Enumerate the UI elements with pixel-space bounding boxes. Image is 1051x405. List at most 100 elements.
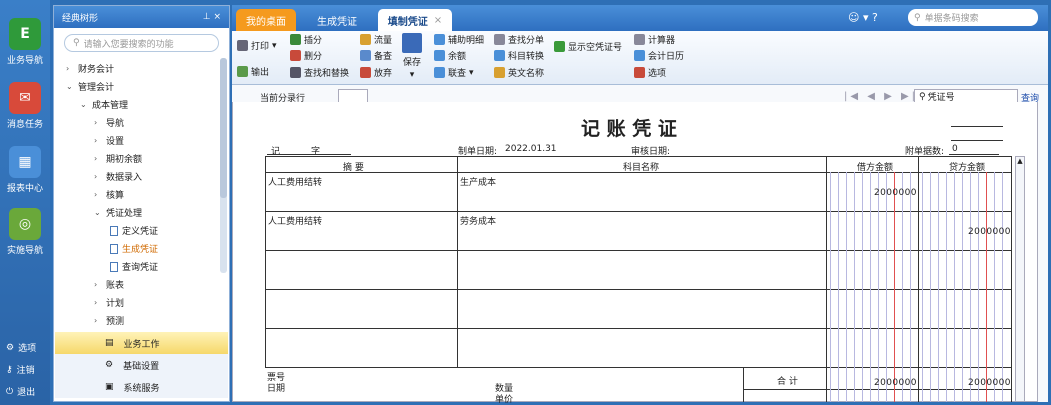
balance-button[interactable]: 余额 bbox=[434, 49, 466, 62]
business-nav-icon: E bbox=[9, 18, 41, 50]
footer-basic-settings[interactable]: ⚙ 基础设置 bbox=[55, 354, 228, 376]
nav-first-prev-next-last[interactable]: |◀ ◀ ▶ ▶| bbox=[844, 91, 918, 102]
tree-node[interactable]: › 财务会计 bbox=[66, 62, 114, 75]
row1-account[interactable]: 生产成本 bbox=[460, 175, 496, 188]
tree-node[interactable]: ⌄ 凭证处理 bbox=[94, 206, 142, 219]
tree-node[interactable]: ⌄ 成本管理 bbox=[80, 98, 128, 111]
show-voucher-button[interactable]: 显示空凭证号 bbox=[554, 40, 622, 53]
left-nav: E 业务导航 ✉ 消息任务 ▦ 报表中心 ◎ 实施导航 ⚙ 选项 ⚷ 注销 ⏻ 退出 bbox=[0, 0, 50, 405]
key-icon: ⚷ bbox=[6, 364, 13, 375]
amount-grid-line bbox=[902, 172, 903, 402]
link-query-button[interactable]: 联查 ▾ bbox=[434, 66, 474, 79]
amount-grid-line bbox=[854, 172, 855, 402]
amount-grid-line bbox=[994, 172, 995, 402]
options-link[interactable]: ⚙ 选项 bbox=[6, 341, 36, 355]
delete-button[interactable]: 删分 bbox=[290, 49, 322, 62]
amount-grid-line bbox=[946, 172, 947, 402]
date-label: 日期 bbox=[267, 384, 286, 394]
print-button[interactable]: 打印 ▾ bbox=[237, 39, 277, 52]
output-button[interactable]: 输出 bbox=[237, 65, 269, 78]
smiley-icon[interactable]: ☺ ▾ ? bbox=[848, 11, 878, 24]
tree-node[interactable]: › 预测 bbox=[94, 314, 124, 327]
tree-node[interactable]: › 计划 bbox=[94, 296, 124, 309]
amount-grid-line bbox=[830, 172, 831, 402]
toolbar: 打印 ▾ 输出 插分 删分 查找和替换 流量 备查 放弃 保存 ▾ 辅助明细 余额… bbox=[232, 31, 1048, 85]
tab-generate-voucher[interactable]: 生成凭证 bbox=[304, 9, 370, 31]
amount-grid-line bbox=[978, 172, 979, 402]
tree-search-input[interactable]: ⚲ 请输入您要搜索的功能 bbox=[64, 34, 219, 52]
row2-credit[interactable]: 2000000 bbox=[968, 227, 1011, 237]
top-search-input[interactable]: ⚲ 单据条码搜索 bbox=[908, 9, 1038, 26]
nav-business[interactable]: E 业务导航 bbox=[2, 18, 48, 66]
abandon-button[interactable]: 放弃 bbox=[360, 66, 392, 79]
calendar-button[interactable]: 会计日历 bbox=[634, 49, 684, 62]
tree-leaf-active[interactable]: 生成凭证 bbox=[110, 242, 158, 255]
tree-node[interactable]: › 导航 bbox=[94, 116, 124, 129]
assist-detail-button[interactable]: 辅助明细 bbox=[434, 33, 484, 46]
tree-node[interactable]: ⌄ 管理会计 bbox=[66, 80, 114, 93]
calendar-icon bbox=[634, 50, 645, 61]
make-date[interactable]: 2022.01.31 bbox=[505, 144, 557, 154]
insert-button[interactable]: 插分 bbox=[290, 33, 322, 46]
save-button[interactable]: 保存 ▾ bbox=[402, 33, 422, 80]
voucher-form: 记 账 凭 证 记 字 制单日期: 2022.01.31 审核日期: 附单据数:… bbox=[232, 102, 1038, 405]
exit-link[interactable]: ⏻ 退出 bbox=[6, 385, 35, 399]
voucher-scrollbar[interactable]: ▲ bbox=[1015, 156, 1025, 402]
tree-scrollbar[interactable] bbox=[220, 58, 227, 273]
current-row-input[interactable] bbox=[338, 89, 368, 103]
subject-convert-button[interactable]: 科目转换 bbox=[494, 49, 544, 62]
english-name-button[interactable]: 英文名称 bbox=[494, 66, 544, 79]
english-icon bbox=[494, 67, 505, 78]
tab-desktop[interactable]: 我的桌面 bbox=[236, 9, 296, 31]
logout-link[interactable]: ⚷ 注销 bbox=[6, 363, 35, 377]
tree-node[interactable]: › 设置 bbox=[94, 134, 124, 147]
options-icon bbox=[634, 67, 645, 78]
find-entry-button[interactable]: 查找分单 bbox=[494, 33, 544, 46]
footer-system-service[interactable]: ▣ 系统服务 bbox=[55, 376, 228, 398]
document-icon bbox=[110, 261, 118, 272]
find-replace-button[interactable]: 查找和替换 bbox=[290, 66, 349, 79]
row2-account[interactable]: 劳务成本 bbox=[460, 214, 496, 227]
mail-icon: ✉ bbox=[9, 82, 41, 114]
find-icon bbox=[290, 67, 301, 78]
row1-summary[interactable]: 人工费用结转 bbox=[268, 175, 322, 188]
delete-icon bbox=[290, 50, 301, 61]
assist-icon bbox=[434, 34, 445, 45]
abandon-icon bbox=[360, 67, 371, 78]
draft-button[interactable]: 备查 bbox=[360, 49, 392, 62]
tree-node[interactable]: › 期初余额 bbox=[94, 152, 142, 165]
compass-icon: ◎ bbox=[9, 208, 41, 240]
amount-grid-line bbox=[878, 172, 879, 402]
row2-summary[interactable]: 人工费用结转 bbox=[268, 214, 322, 227]
tab-fill-voucher[interactable]: 填制凭证 × bbox=[378, 9, 452, 31]
options-button[interactable]: 选项 bbox=[634, 66, 666, 79]
gear-icon: ⚙ bbox=[6, 342, 15, 353]
nav-message[interactable]: ✉ 消息任务 bbox=[2, 82, 48, 130]
report-icon: ▦ bbox=[9, 146, 41, 178]
tree-node[interactable]: › 数据录入 bbox=[94, 170, 142, 183]
flow-button[interactable]: 流量 bbox=[360, 33, 392, 46]
tree-node[interactable]: › 账表 bbox=[94, 278, 124, 291]
amount-grid-line bbox=[894, 172, 895, 402]
close-icon[interactable]: × bbox=[434, 15, 442, 26]
col-credit-header: 贷方金额 bbox=[949, 163, 986, 173]
tree-leaf[interactable]: 定义凭证 bbox=[110, 224, 158, 237]
attach-count[interactable]: 0 bbox=[952, 144, 958, 154]
footer-business-work[interactable]: ▤ 业务工作 bbox=[55, 332, 228, 354]
calculator-button[interactable]: 计算器 bbox=[634, 33, 675, 46]
tree-leaf[interactable]: 查询凭证 bbox=[110, 260, 158, 273]
pin-icon[interactable]: ⊥ × bbox=[203, 12, 221, 22]
amount-grid-line bbox=[962, 172, 963, 402]
nav-report[interactable]: ▦ 报表中心 bbox=[2, 146, 48, 194]
search-icon: ⚲ bbox=[919, 91, 926, 102]
amount-grid-line bbox=[938, 172, 939, 402]
nav-implement[interactable]: ◎ 实施导航 bbox=[2, 208, 48, 256]
row1-debit[interactable]: 2000000 bbox=[874, 188, 917, 198]
document-icon bbox=[110, 243, 118, 254]
tree-node[interactable]: › 核算 bbox=[94, 188, 124, 201]
amount-grid-line bbox=[846, 172, 847, 402]
business-icon: ▤ bbox=[105, 338, 114, 348]
convert-icon bbox=[494, 50, 505, 61]
col-account-header: 科目名称 bbox=[623, 163, 660, 173]
search-icon: ⚲ bbox=[73, 38, 80, 48]
